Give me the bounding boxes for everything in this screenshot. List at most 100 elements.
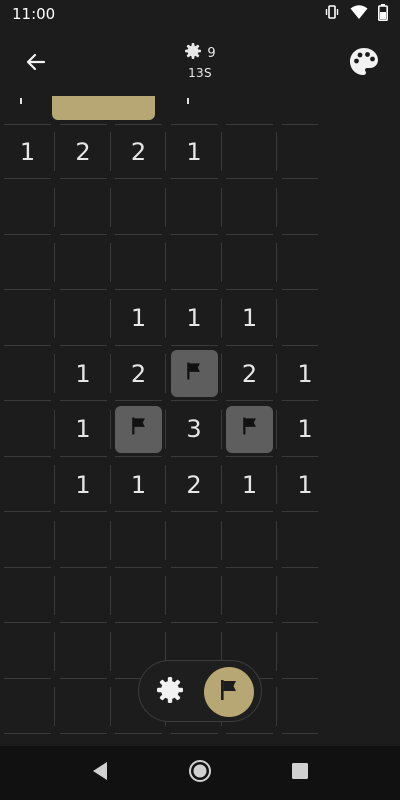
arrow-left-icon [24,50,48,78]
board-cell[interactable] [0,679,55,734]
board-cell[interactable] [278,235,318,290]
flag-tile[interactable] [115,405,162,453]
board-cell[interactable] [111,402,166,457]
board-cell[interactable] [111,235,166,290]
board-cell[interactable] [0,568,55,623]
cell-number: 1 [297,470,313,499]
board-cell[interactable] [167,568,222,623]
board-cell[interactable]: 3 [167,402,222,457]
board-cell[interactable]: 1 [111,457,166,512]
grid-tick [187,98,189,104]
board-cell[interactable]: 1 [278,346,318,401]
cell-number: 1 [297,415,313,443]
flag-mode-button[interactable] [204,667,254,717]
flag-tile[interactable] [226,405,273,453]
nav-recents-button[interactable] [288,761,312,785]
cell-number: 3 [186,415,202,443]
board-cell[interactable] [56,291,111,346]
board-cell[interactable]: 1 [111,291,166,346]
nav-home-icon [188,759,212,787]
board-cell[interactable]: 2 [111,346,166,401]
wifi-icon [350,4,368,24]
board-cell[interactable] [111,568,166,623]
flag-icon [239,415,261,443]
cell-number: 1 [75,470,91,499]
board-cell[interactable] [167,346,222,401]
board-cell[interactable] [222,513,277,568]
board-cell[interactable] [0,346,55,401]
flag-tile[interactable] [170,350,218,397]
cell-number: 2 [75,137,91,166]
open-mode-button[interactable] [145,667,195,717]
cell-number: 1 [130,304,147,332]
battery-icon [378,3,388,25]
board-cell[interactable] [278,124,318,179]
board-cell[interactable] [56,235,111,290]
board-cell[interactable]: 2 [167,457,222,512]
board-cell[interactable] [167,513,222,568]
board-cell[interactable] [278,679,318,734]
board-cell[interactable]: 2 [111,124,166,179]
board-cell[interactable] [56,679,111,734]
nav-back-button[interactable] [88,761,112,785]
board-cell[interactable] [56,513,111,568]
mine-info: 9 13S [175,42,225,84]
board-cell[interactable] [0,235,55,290]
cell-number: 1 [186,304,202,332]
board-cell[interactable]: 1 [0,124,55,179]
board-cell[interactable]: 2 [222,346,277,401]
board-cell[interactable] [222,568,277,623]
board-cell[interactable] [278,513,318,568]
status-time: 11:00 [12,5,56,23]
board-cell[interactable]: 1 [56,457,111,512]
board-cell[interactable]: 2 [56,124,111,179]
timer: 13S [188,66,212,80]
board-cell[interactable] [56,568,111,623]
board-cell[interactable] [0,402,55,457]
mode-toggle [138,660,262,722]
board-cell[interactable] [222,402,277,457]
cell-number: 1 [186,137,202,166]
board-cell[interactable] [222,124,277,179]
board-cell[interactable] [278,568,318,623]
cell-number: 2 [130,359,147,388]
board-cell[interactable]: 1 [222,291,277,346]
cell-number: 1 [75,359,91,388]
board-cell[interactable] [0,457,55,512]
board-cell[interactable] [167,180,222,235]
board-cell[interactable]: 1 [222,457,277,512]
palette-button[interactable] [344,44,384,84]
board-cell[interactable] [278,624,318,679]
board-cell[interactable] [56,624,111,679]
board-cell[interactable]: 1 [56,346,111,401]
vibrate-icon [324,4,340,24]
board-cell[interactable] [222,235,277,290]
flag-icon [216,677,242,707]
board-cell[interactable]: 1 [167,291,222,346]
board-cell[interactable]: 1 [278,402,318,457]
palette-icon [348,46,380,82]
board-cell[interactable]: 1 [56,402,111,457]
board-cell[interactable] [278,180,318,235]
board-cell[interactable] [0,180,55,235]
mine-icon [184,42,202,64]
cell-number: 2 [130,137,147,166]
board-cell[interactable]: 1 [167,124,222,179]
board-cell[interactable] [111,180,166,235]
cell-number: 1 [297,359,313,388]
board-cell[interactable] [167,235,222,290]
board-cell[interactable]: 1 [278,457,318,512]
nav-home-button[interactable] [188,759,212,787]
status-icons [324,3,388,25]
gear-mine-icon [154,674,186,710]
board-cell[interactable] [0,513,55,568]
board-cell[interactable] [0,291,55,346]
board-cell[interactable] [278,291,318,346]
cell-number: 2 [241,359,258,388]
board-cell[interactable] [0,624,55,679]
board-cell[interactable] [111,513,166,568]
board-cell[interactable] [56,180,111,235]
flag-icon [128,415,150,443]
board-cell[interactable] [222,180,277,235]
back-button[interactable] [16,44,56,84]
